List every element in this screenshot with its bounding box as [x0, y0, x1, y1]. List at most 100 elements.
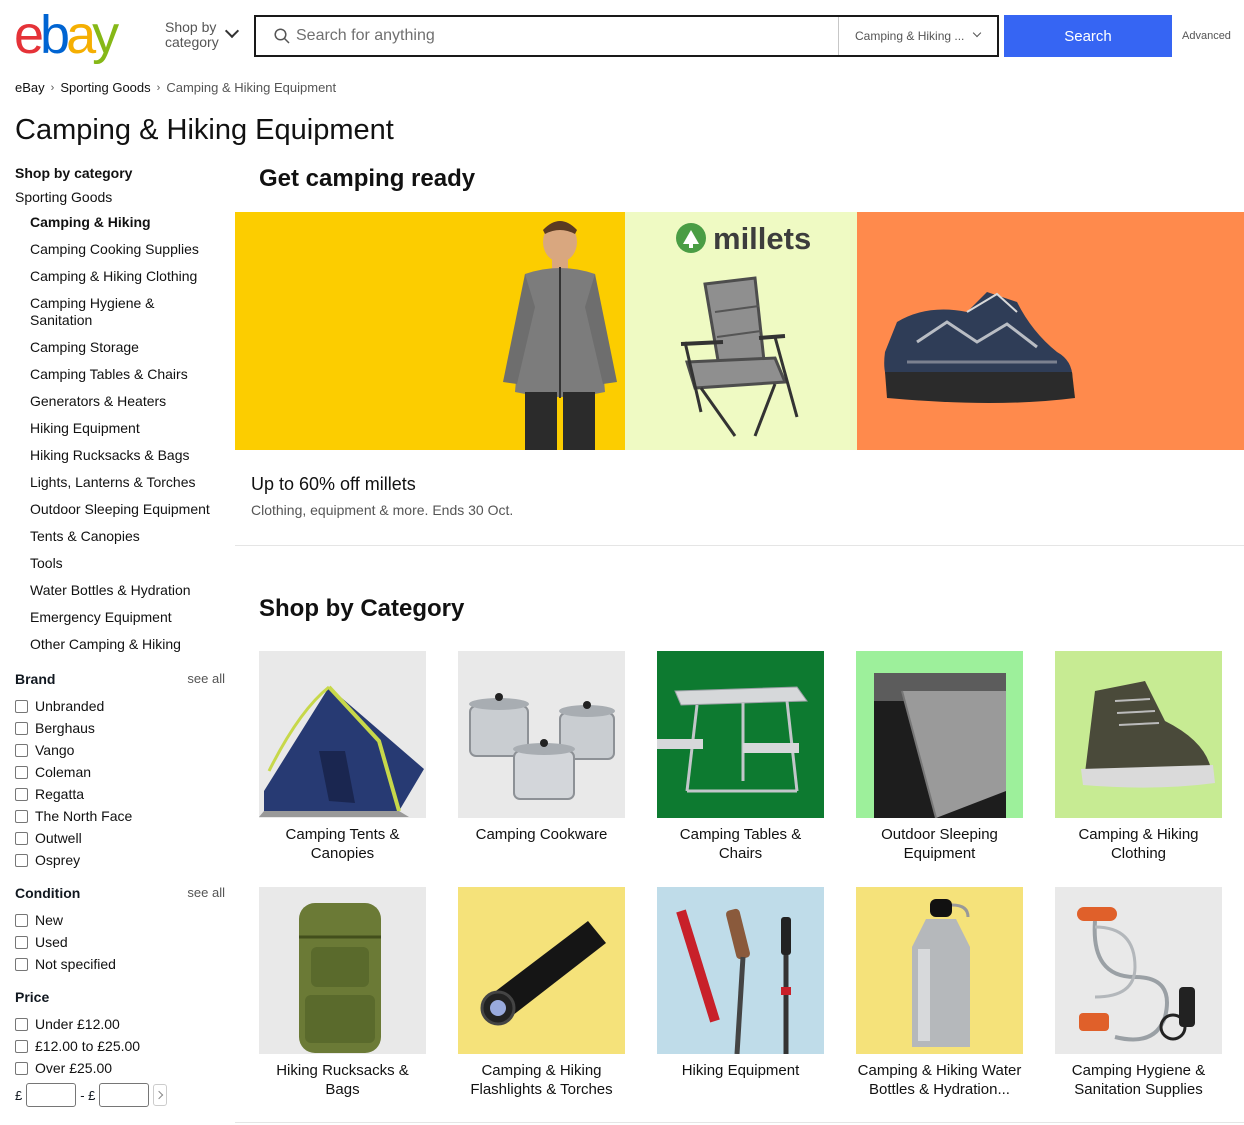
sidebar-item-camping-hiking-clothing[interactable]: Camping & Hiking Clothing	[30, 268, 225, 285]
condition-option[interactable]: Not specified	[15, 953, 225, 975]
checkbox[interactable]	[15, 787, 28, 801]
jacket-model-image	[503, 221, 617, 450]
price-range-separator: - £	[80, 1087, 96, 1103]
sidebar-item-hiking-rucksacks[interactable]: Hiking Rucksacks & Bags	[30, 447, 225, 464]
category-tile-tents[interactable]: Camping Tents & Canopies	[259, 651, 426, 863]
sidebar-item-camping-hygiene[interactable]: Camping Hygiene & Sanitation	[30, 295, 170, 329]
category-tile-rucksacks[interactable]: Hiking Rucksacks & Bags	[259, 887, 426, 1099]
brand-option-label: Coleman	[35, 764, 92, 780]
shop-by-label-line2: category	[165, 34, 219, 50]
category-tile-sleeping[interactable]: Outdoor Sleeping Equipment	[856, 651, 1023, 863]
brand-option[interactable]: Berghaus	[15, 717, 225, 739]
condition-option[interactable]: Used	[15, 931, 225, 953]
category-tile-label: Camping Hygiene & Sanitation Supplies	[1071, 1062, 1206, 1098]
category-tile-label: Camping & Hiking Flashlights & Torches	[470, 1062, 613, 1098]
page-title: Camping & Hiking Equipment	[15, 114, 394, 146]
category-tile-water-bottles[interactable]: Camping & Hiking Water Bottles & Hydrati…	[856, 887, 1023, 1099]
section-divider	[235, 545, 1244, 546]
condition-facet: Condition see all New Used Not specified	[15, 885, 225, 975]
checkbox[interactable]	[15, 1039, 28, 1053]
sidebar-item-camping-hiking[interactable]: Camping & Hiking	[30, 214, 225, 231]
breadcrumb-ebay[interactable]: eBay	[15, 80, 45, 96]
promo-headline[interactable]: Up to 60% off millets	[251, 474, 416, 495]
category-tile-tables-chairs[interactable]: Camping Tables & Chairs	[657, 651, 824, 863]
checkbox[interactable]	[15, 765, 28, 779]
brand-option[interactable]: Regatta	[15, 783, 225, 805]
checkbox[interactable]	[15, 957, 28, 971]
category-tile-hygiene[interactable]: Camping Hygiene & Sanitation Supplies	[1055, 887, 1222, 1099]
brand-option[interactable]: Coleman	[15, 761, 225, 783]
category-tile-label: Camping Tents & Canopies	[285, 826, 400, 862]
brand-option[interactable]: The North Face	[15, 805, 225, 827]
sidebar-item-hiking-equipment[interactable]: Hiking Equipment	[30, 420, 225, 437]
promo-subline: Clothing, equipment & more. Ends 30 Oct.	[251, 502, 514, 518]
brand-option[interactable]: Outwell	[15, 827, 225, 849]
checkbox[interactable]	[15, 743, 28, 757]
brand-see-all-link[interactable]: see all	[187, 671, 225, 687]
water-bottle-image	[856, 887, 1023, 1054]
sidebar-category-list: Camping & Hiking Camping Cooking Supplie…	[15, 214, 225, 653]
sidebar-parent-sporting-goods[interactable]: Sporting Goods	[15, 189, 225, 205]
category-tile-flashlights[interactable]: Camping & Hiking Flashlights & Torches	[458, 887, 625, 1099]
ebay-logo[interactable]: ebay	[14, 8, 119, 62]
tent-image	[259, 651, 426, 818]
millets-logo: millets	[713, 221, 811, 256]
checkbox[interactable]	[15, 831, 28, 845]
sidebar-item-tents-canopies[interactable]: Tents & Canopies	[30, 528, 225, 545]
checkbox[interactable]	[15, 1061, 28, 1075]
chevron-down-icon	[972, 28, 982, 38]
checkbox[interactable]	[15, 809, 28, 823]
max-price-input[interactable]	[99, 1083, 150, 1107]
sidebar-item-outdoor-sleeping[interactable]: Outdoor Sleeping Equipment	[30, 501, 225, 518]
checkbox[interactable]	[15, 913, 28, 927]
checkbox[interactable]	[15, 853, 28, 867]
promo-banner[interactable]: millets	[235, 212, 1244, 450]
price-option[interactable]: Over £25.00	[15, 1057, 225, 1079]
header: ebay Shop by category Camping & Hiking .…	[0, 0, 1244, 70]
price-option-label: Over £25.00	[35, 1060, 113, 1076]
search-button[interactable]: Search	[1004, 15, 1172, 57]
min-price-input[interactable]	[26, 1083, 77, 1107]
section-divider	[235, 1122, 1244, 1123]
price-option[interactable]: Under £12.00	[15, 1013, 225, 1035]
price-submit-button[interactable]	[153, 1084, 168, 1106]
checkbox[interactable]	[15, 721, 28, 735]
condition-heading: Condition	[15, 885, 81, 901]
brand-option[interactable]: Vango	[15, 739, 225, 761]
boot-image	[1055, 651, 1222, 818]
category-tile-hiking-equipment[interactable]: Hiking Equipment	[657, 887, 824, 1080]
price-option[interactable]: £12.00 to £25.00	[15, 1035, 225, 1057]
condition-see-all-link[interactable]: see all	[187, 885, 225, 901]
breadcrumb: eBay › Sporting Goods › Camping & Hiking…	[15, 80, 336, 96]
brand-option[interactable]: Osprey	[15, 849, 225, 871]
brand-facet: Brand see all Unbranded Berghaus Vango C…	[15, 671, 225, 871]
sidebar-item-generators-heaters[interactable]: Generators & Heaters	[30, 393, 225, 410]
breadcrumb-sporting-goods[interactable]: Sporting Goods	[60, 80, 150, 96]
category-select[interactable]: Camping & Hiking ...	[838, 17, 998, 55]
checkbox[interactable]	[15, 935, 28, 949]
sidebar-item-tools[interactable]: Tools	[30, 555, 225, 572]
advanced-search-link[interactable]: Advanced	[1182, 30, 1231, 42]
checkbox[interactable]	[15, 699, 28, 713]
search-bar: Camping & Hiking ...	[254, 15, 999, 57]
sidebar-item-camping-cooking-supplies[interactable]: Camping Cooking Supplies	[30, 241, 225, 258]
sidebar-item-camping-storage[interactable]: Camping Storage	[30, 339, 225, 356]
sidebar-item-other-camping[interactable]: Other Camping & Hiking	[30, 636, 225, 653]
breadcrumb-current: Camping & Hiking Equipment	[166, 80, 337, 95]
condition-option[interactable]: New	[15, 909, 225, 931]
sleeping-bag-image	[856, 651, 1023, 818]
search-icon	[274, 28, 290, 44]
category-tile-clothing[interactable]: Camping & Hiking Clothing	[1055, 651, 1222, 863]
brand-option[interactable]: Unbranded	[15, 695, 225, 717]
sidebar-item-camping-tables-chairs[interactable]: Camping Tables & Chairs	[30, 366, 225, 383]
search-input[interactable]	[296, 21, 836, 51]
sidebar-item-lights-lanterns[interactable]: Lights, Lanterns & Torches	[30, 474, 225, 491]
category-tile-label: Hiking Rucksacks & Bags	[276, 1062, 409, 1098]
category-tile-cookware[interactable]: Camping Cookware	[458, 651, 625, 844]
brand-option-label: Regatta	[35, 786, 85, 802]
sidebar-item-water-bottles[interactable]: Water Bottles & Hydration	[30, 582, 225, 599]
checkbox[interactable]	[15, 1017, 28, 1031]
sidebar-item-emergency-equipment[interactable]: Emergency Equipment	[30, 609, 225, 626]
shower-image	[1055, 887, 1222, 1054]
shop-by-category-button[interactable]: Shop by category	[165, 20, 245, 54]
